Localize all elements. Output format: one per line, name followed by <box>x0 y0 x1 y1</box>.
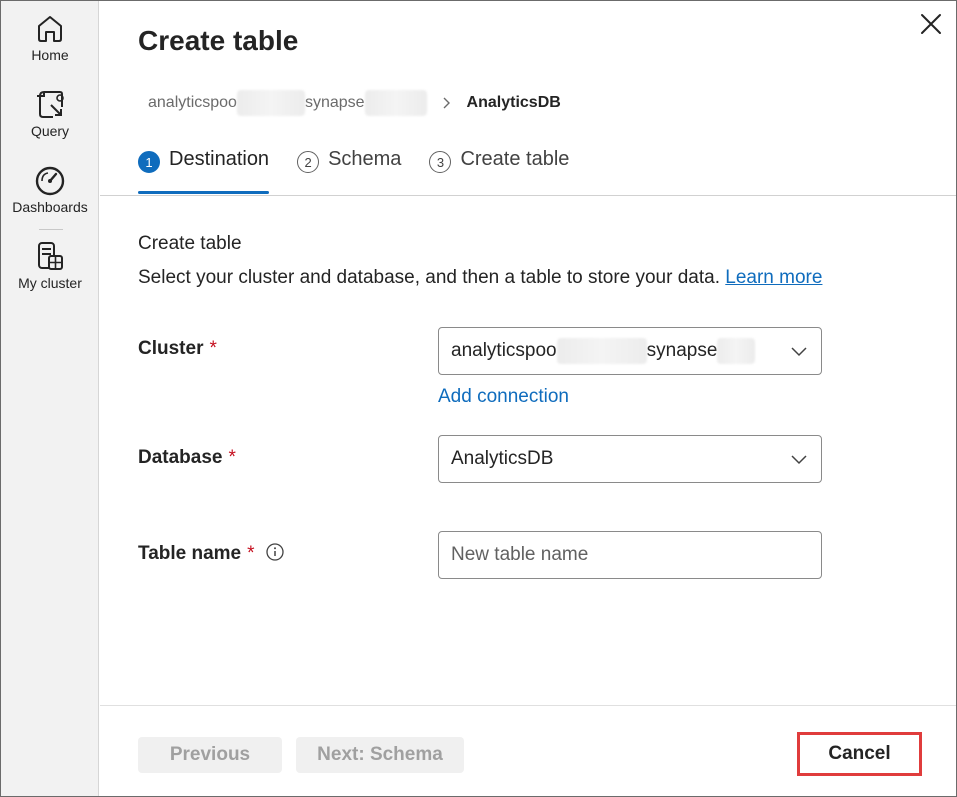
learn-more-link[interactable]: Learn more <box>725 267 822 288</box>
tabs-divider <box>100 195 956 196</box>
rail-item-label: Query <box>30 123 70 139</box>
database-label-text: Database <box>138 447 223 468</box>
step-label: Create table <box>460 148 570 170</box>
tab-schema[interactable]: 2 Schema <box>297 146 401 194</box>
add-connection-link[interactable]: Add connection <box>438 386 569 408</box>
redacted-text <box>717 338 756 364</box>
breadcrumb-cluster-prefix[interactable]: analyticspoo <box>148 94 237 112</box>
query-icon <box>37 91 64 118</box>
footer-divider <box>100 705 956 706</box>
rail-item-dashboards[interactable]: Dashboards <box>1 163 99 215</box>
tab-create-table[interactable]: 3 Create table <box>429 146 569 194</box>
cancel-button[interactable]: Cancel <box>797 732 922 776</box>
breadcrumb-cluster-suffix[interactable]: synapse <box>305 94 365 112</box>
rail-item-label: My cluster <box>18 275 82 291</box>
step-label: Destination <box>169 148 270 170</box>
home-icon <box>38 16 62 42</box>
page-title: Create table <box>138 25 299 56</box>
step-label: Schema <box>328 148 402 170</box>
rail-divider <box>39 229 63 230</box>
close-icon[interactable] <box>918 11 944 37</box>
rail-item-label: Home <box>31 47 69 63</box>
rail-item-label: Dashboards <box>12 199 88 215</box>
table-name-input[interactable] <box>438 531 822 579</box>
rail-item-my-cluster[interactable]: My cluster <box>1 239 99 291</box>
redacted-text <box>236 90 305 116</box>
step-number: 2 <box>297 151 320 173</box>
database-value: AnalyticsDB <box>451 448 554 469</box>
rail-item-home[interactable]: Home <box>1 11 99 63</box>
section-title: Create table <box>138 233 242 254</box>
cluster-label-text: Cluster <box>138 338 204 359</box>
redacted-text <box>556 338 647 364</box>
step-number: 3 <box>429 151 452 173</box>
step-number: 1 <box>138 151 160 173</box>
required-mark: * <box>228 447 236 468</box>
left-nav-rail: Home Query Dashboards My cluster <box>1 1 99 796</box>
database-label: Database * <box>138 447 236 469</box>
previous-button[interactable]: Previous <box>138 737 282 773</box>
dashboard-gauge-icon <box>35 166 65 196</box>
cluster-value-prefix: analyticspoo <box>451 340 557 361</box>
description-text: Select your cluster and database, and th… <box>138 267 720 288</box>
breadcrumb-current: AnalyticsDB <box>466 94 561 111</box>
create-table-panel: Create table analyticspoo synapse Analyt… <box>100 1 956 796</box>
next-schema-button[interactable]: Next: Schema <box>296 737 464 773</box>
cluster-icon <box>38 242 63 270</box>
redacted-text <box>364 90 427 116</box>
table-name-label: Table name * <box>138 543 284 565</box>
tab-destination[interactable]: 1 Destination <box>138 146 270 194</box>
cluster-value-suffix: synapse <box>646 340 718 361</box>
breadcrumb: analyticspoo synapse AnalyticsDB <box>148 90 561 116</box>
info-icon[interactable] <box>266 543 284 561</box>
wizard-steps: 1 Destination 2 Schema 3 Create table <box>138 146 597 196</box>
required-mark: * <box>247 543 255 564</box>
chevron-down-icon <box>791 455 807 465</box>
chevron-down-icon <box>791 347 807 357</box>
section-description: Select your cluster and database, and th… <box>138 267 822 289</box>
cluster-dropdown[interactable]: analyticspoo synapse <box>438 327 822 375</box>
database-dropdown[interactable]: AnalyticsDB <box>438 435 822 483</box>
rail-item-query[interactable]: Query <box>1 87 99 139</box>
chevron-right-icon <box>443 97 450 109</box>
required-mark: * <box>209 338 217 359</box>
table-name-label-text: Table name <box>138 543 242 564</box>
cluster-label: Cluster * <box>138 338 217 360</box>
cluster-value: analyticspoo synapse <box>451 338 789 364</box>
